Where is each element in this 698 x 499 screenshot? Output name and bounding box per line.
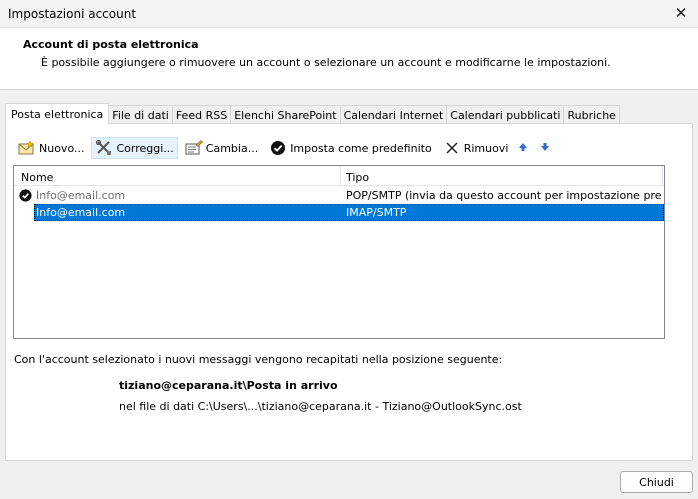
email-tab-panel: Nuovo... Correggi... Cambia... Imposta c…	[5, 123, 693, 461]
tab-rubriche[interactable]: Rubriche	[563, 105, 620, 124]
default-check-icon	[19, 189, 32, 202]
change-card-icon	[185, 140, 203, 156]
tab-file-di-dati[interactable]: File di dati	[108, 105, 173, 124]
title-bar: Impostazioni account ✕	[0, 0, 698, 28]
new-account-icon	[18, 140, 36, 156]
account-name: Info@email.com	[36, 189, 126, 202]
repair-button-label: Correggi...	[116, 141, 174, 155]
delivery-data-file: nel file di dati C:\Users\...\tiziano@ce…	[119, 400, 522, 413]
header-subtitle: È possibile aggiungere o rimuovere un ac…	[41, 56, 611, 69]
remove-x-icon	[443, 140, 461, 156]
column-divider[interactable]	[662, 166, 663, 186]
set-default-button-label: Imposta come predefinito	[290, 141, 432, 155]
account-name: Info@email.com	[36, 206, 126, 219]
window-title: Impostazioni account	[8, 7, 137, 21]
arrow-down-icon	[540, 142, 550, 155]
header-title: Account di posta elettronica	[23, 38, 199, 51]
repair-button[interactable]: Correggi...	[91, 137, 178, 159]
close-icon[interactable]: ✕	[672, 4, 690, 22]
change-button[interactable]: Cambia...	[181, 137, 262, 159]
column-header-type[interactable]: Tipo	[346, 171, 369, 184]
set-default-button[interactable]: Imposta come predefinito	[265, 137, 436, 159]
remove-button[interactable]: Rimuovi	[439, 137, 513, 159]
close-button[interactable]: Chiudi	[620, 471, 693, 493]
new-button[interactable]: Nuovo...	[14, 137, 88, 159]
move-down-button[interactable]	[537, 137, 553, 159]
tab-strip: Posta elettronica File di dati Feed RSS …	[5, 103, 620, 124]
list-header: Nome Tipo	[14, 166, 664, 186]
account-row-selected[interactable]: Info@email.com IMAP/SMTP	[14, 204, 664, 221]
tab-calendari-internet[interactable]: Calendari Internet	[339, 105, 448, 124]
check-circle-icon	[269, 140, 287, 156]
remove-button-label: Rimuovi	[463, 141, 509, 155]
dialog-header: Account di posta elettronica È possibile…	[0, 28, 698, 90]
new-button-label: Nuovo...	[39, 141, 85, 155]
delivery-folder: tiziano@ceparana.it\Posta in arrivo	[119, 379, 338, 392]
tab-feed-rss[interactable]: Feed RSS	[171, 105, 232, 124]
column-divider[interactable]	[340, 166, 341, 186]
repair-tools-icon	[95, 140, 113, 156]
delivery-info: Con l'account selezionato i nuovi messag…	[14, 353, 503, 366]
tab-elenchi-sharepoint[interactable]: Elenchi SharePoint	[230, 105, 341, 124]
arrow-up-icon	[518, 142, 528, 155]
column-header-name[interactable]: Nome	[21, 171, 53, 184]
account-list[interactable]: Nome Tipo Info@email.com POP/SMTP (invia…	[13, 165, 665, 339]
move-up-button[interactable]	[515, 137, 531, 159]
change-button-label: Cambia...	[205, 141, 259, 155]
account-type: POP/SMTP (invia da questo account per im…	[346, 189, 662, 202]
account-toolbar: Nuovo... Correggi... Cambia... Imposta c…	[14, 137, 559, 159]
account-row[interactable]: Info@email.com POP/SMTP (invia da questo…	[14, 187, 664, 204]
account-type: IMAP/SMTP	[346, 206, 407, 219]
tab-calendari-pubblicati[interactable]: Calendari pubblicati	[446, 105, 565, 124]
tab-posta-elettronica[interactable]: Posta elettronica	[5, 103, 110, 124]
